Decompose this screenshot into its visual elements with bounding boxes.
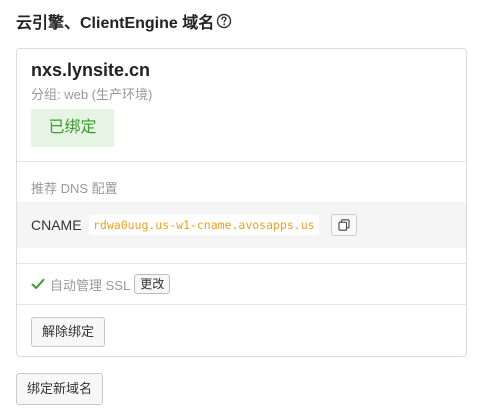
cname-record-row: CNAME rdwa0uug.us-w1-cname.avosapps.us bbox=[17, 202, 466, 248]
bind-new-domain-button[interactable]: 绑定新域名 bbox=[16, 373, 104, 405]
change-ssl-button[interactable]: 更改 bbox=[134, 274, 171, 294]
status-badge: 已绑定 bbox=[31, 109, 114, 147]
divider bbox=[17, 304, 466, 305]
record-type: CNAME bbox=[31, 217, 82, 233]
section-title-text: 云引擎、ClientEngine 域名 bbox=[16, 15, 215, 32]
copy-button[interactable] bbox=[331, 214, 357, 236]
section-title: 云引擎、ClientEngine 域名 bbox=[16, 9, 232, 33]
question-circle-icon[interactable] bbox=[216, 13, 232, 29]
domain-card: nxs.lynsite.cn 分组: web (生产环境) 已绑定 推荐 DNS… bbox=[16, 48, 467, 357]
ssl-row: 自动管理 SSL 更改 bbox=[31, 274, 171, 294]
record-value: rdwa0uug.us-w1-cname.avosapps.us bbox=[89, 215, 319, 235]
group-label: 分组: web (生产环境) bbox=[31, 87, 153, 102]
divider bbox=[17, 161, 466, 162]
copy-icon bbox=[338, 219, 350, 231]
domain-name: nxs.lynsite.cn bbox=[31, 60, 151, 80]
divider bbox=[17, 263, 466, 264]
dns-config-label: 推荐 DNS 配置 bbox=[31, 181, 118, 196]
check-icon bbox=[31, 278, 45, 289]
ssl-label: 自动管理 SSL bbox=[50, 277, 131, 293]
unbind-button[interactable]: 解除绑定 bbox=[31, 317, 106, 347]
